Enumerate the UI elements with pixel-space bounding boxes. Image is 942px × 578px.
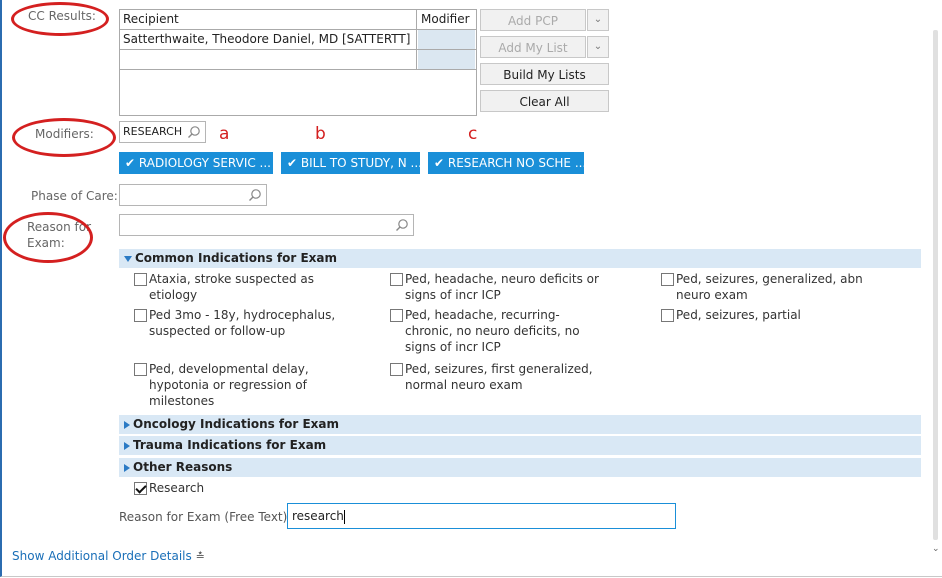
chip-label: RADIOLOGY SERVIC ... [138, 156, 271, 170]
section-title: Other Reasons [133, 460, 233, 474]
modifier-cell[interactable] [418, 30, 476, 49]
checkbox-research[interactable] [134, 482, 147, 495]
section-other-reasons[interactable]: Other Reasons [119, 458, 921, 477]
option-label: Ped 3mo - 18y, hydrocephalus, suspected … [149, 308, 336, 338]
checkbox[interactable] [390, 273, 403, 286]
annotation-oval [11, 2, 109, 36]
expand-icon [124, 463, 130, 472]
checkbox[interactable] [134, 363, 147, 376]
reason-for-exam-input[interactable] [119, 214, 414, 236]
modifier-chip[interactable]: ✔ BILL TO STUDY, N ... [281, 152, 422, 174]
option-label: Ataxia, stroke suspected as etiology [149, 272, 314, 302]
table-row[interactable]: Satterthwaite, Theodore Daniel, MD [SATT… [120, 30, 476, 50]
phase-of-care-label: Phase of Care: [31, 189, 118, 203]
option-label: Ped, seizures, first generalized, normal… [405, 362, 593, 392]
add-pcp-button[interactable]: Add PCP [480, 9, 586, 31]
annotation-letter-a: a [219, 124, 230, 144]
option-label: Ped, headache, neuro deficits or signs o… [405, 272, 599, 302]
section-title: Oncology Indications for Exam [133, 417, 340, 431]
search-icon[interactable] [187, 125, 201, 139]
modifier-chip[interactable]: ✔ RESEARCH NO SCHE ... [428, 152, 587, 174]
cc-results-table[interactable]: Recipient Modifier Satterthwaite, Theodo… [119, 9, 477, 116]
option-label: Ped, seizures, generalized, abn neuro ex… [676, 272, 863, 302]
check-icon: ✔ [434, 156, 445, 170]
checkbox[interactable] [661, 309, 674, 322]
option-label: Research [149, 481, 205, 495]
table-row[interactable] [120, 50, 476, 70]
section-oncology-indications[interactable]: Oncology Indications for Exam [119, 415, 921, 434]
scrollbar-track[interactable] [933, 30, 938, 540]
checkbox[interactable] [390, 309, 403, 322]
free-text-label: Reason for Exam (Free Text): [119, 510, 292, 524]
section-title: Common Indications for Exam [135, 251, 338, 265]
add-pcp-dropdown[interactable]: ⌄ [587, 9, 609, 31]
modifier-chip[interactable]: ✔ RADIOLOGY SERVIC ... [119, 152, 273, 174]
annotation-oval [3, 212, 93, 263]
search-icon[interactable] [395, 218, 409, 232]
recipient-cell [120, 50, 417, 69]
free-text-value: research [292, 509, 344, 523]
double-chevron-down-icon: ≛ [195, 550, 205, 563]
expand-icon [124, 441, 130, 450]
add-my-list-button[interactable]: Add My List [480, 36, 586, 58]
annotation-letter-c: c [468, 124, 478, 144]
checkbox[interactable] [390, 363, 403, 376]
check-icon: ✔ [287, 156, 298, 170]
reason-free-text-input[interactable]: research [287, 503, 676, 529]
annotation-oval [12, 118, 116, 157]
column-header-recipient: Recipient [120, 10, 417, 29]
build-my-lists-button[interactable]: Build My Lists [480, 63, 609, 85]
check-icon: ✔ [125, 156, 136, 170]
recipient-cell: Satterthwaite, Theodore Daniel, MD [SATT… [120, 30, 417, 49]
option-label: Ped, seizures, partial [676, 308, 801, 322]
option-label: Ped, developmental delay, hypotonia or r… [149, 362, 309, 408]
modifier-cell[interactable] [418, 50, 476, 69]
phase-of-care-input[interactable] [119, 184, 267, 206]
annotation-letter-b: b [315, 124, 326, 144]
chip-label: BILL TO STUDY, N ... [300, 156, 422, 170]
text-caret [343, 509, 345, 524]
option-label: Ped, headache, recurring-chronic, no neu… [405, 308, 580, 354]
collapse-icon [124, 255, 132, 262]
search-icon[interactable] [248, 188, 262, 202]
expand-icon [124, 420, 130, 429]
vertical-scrollbar[interactable]: ⌄ [932, 0, 940, 578]
section-common-indications[interactable]: Common Indications for Exam [119, 249, 921, 268]
link-label: Show Additional Order Details [12, 549, 192, 563]
chip-label: RESEARCH NO SCHE ... [447, 156, 587, 170]
scroll-down-icon[interactable]: ⌄ [932, 544, 940, 554]
section-title: Trauma Indications for Exam [133, 438, 327, 452]
checkbox[interactable] [134, 309, 147, 322]
clear-all-button[interactable]: Clear All [480, 90, 609, 112]
modifiers-value: RESEARCH [123, 125, 183, 138]
column-header-modifier: Modifier [421, 12, 470, 26]
checkbox[interactable] [134, 273, 147, 286]
checkbox[interactable] [661, 273, 674, 286]
add-my-list-dropdown[interactable]: ⌄ [587, 36, 609, 58]
show-additional-details-link[interactable]: Show Additional Order Details ≛ [12, 549, 205, 563]
section-trauma-indications[interactable]: Trauma Indications for Exam [119, 436, 921, 455]
table-header-row: Recipient Modifier [120, 10, 476, 30]
modifiers-search-input[interactable]: RESEARCH [119, 121, 206, 143]
